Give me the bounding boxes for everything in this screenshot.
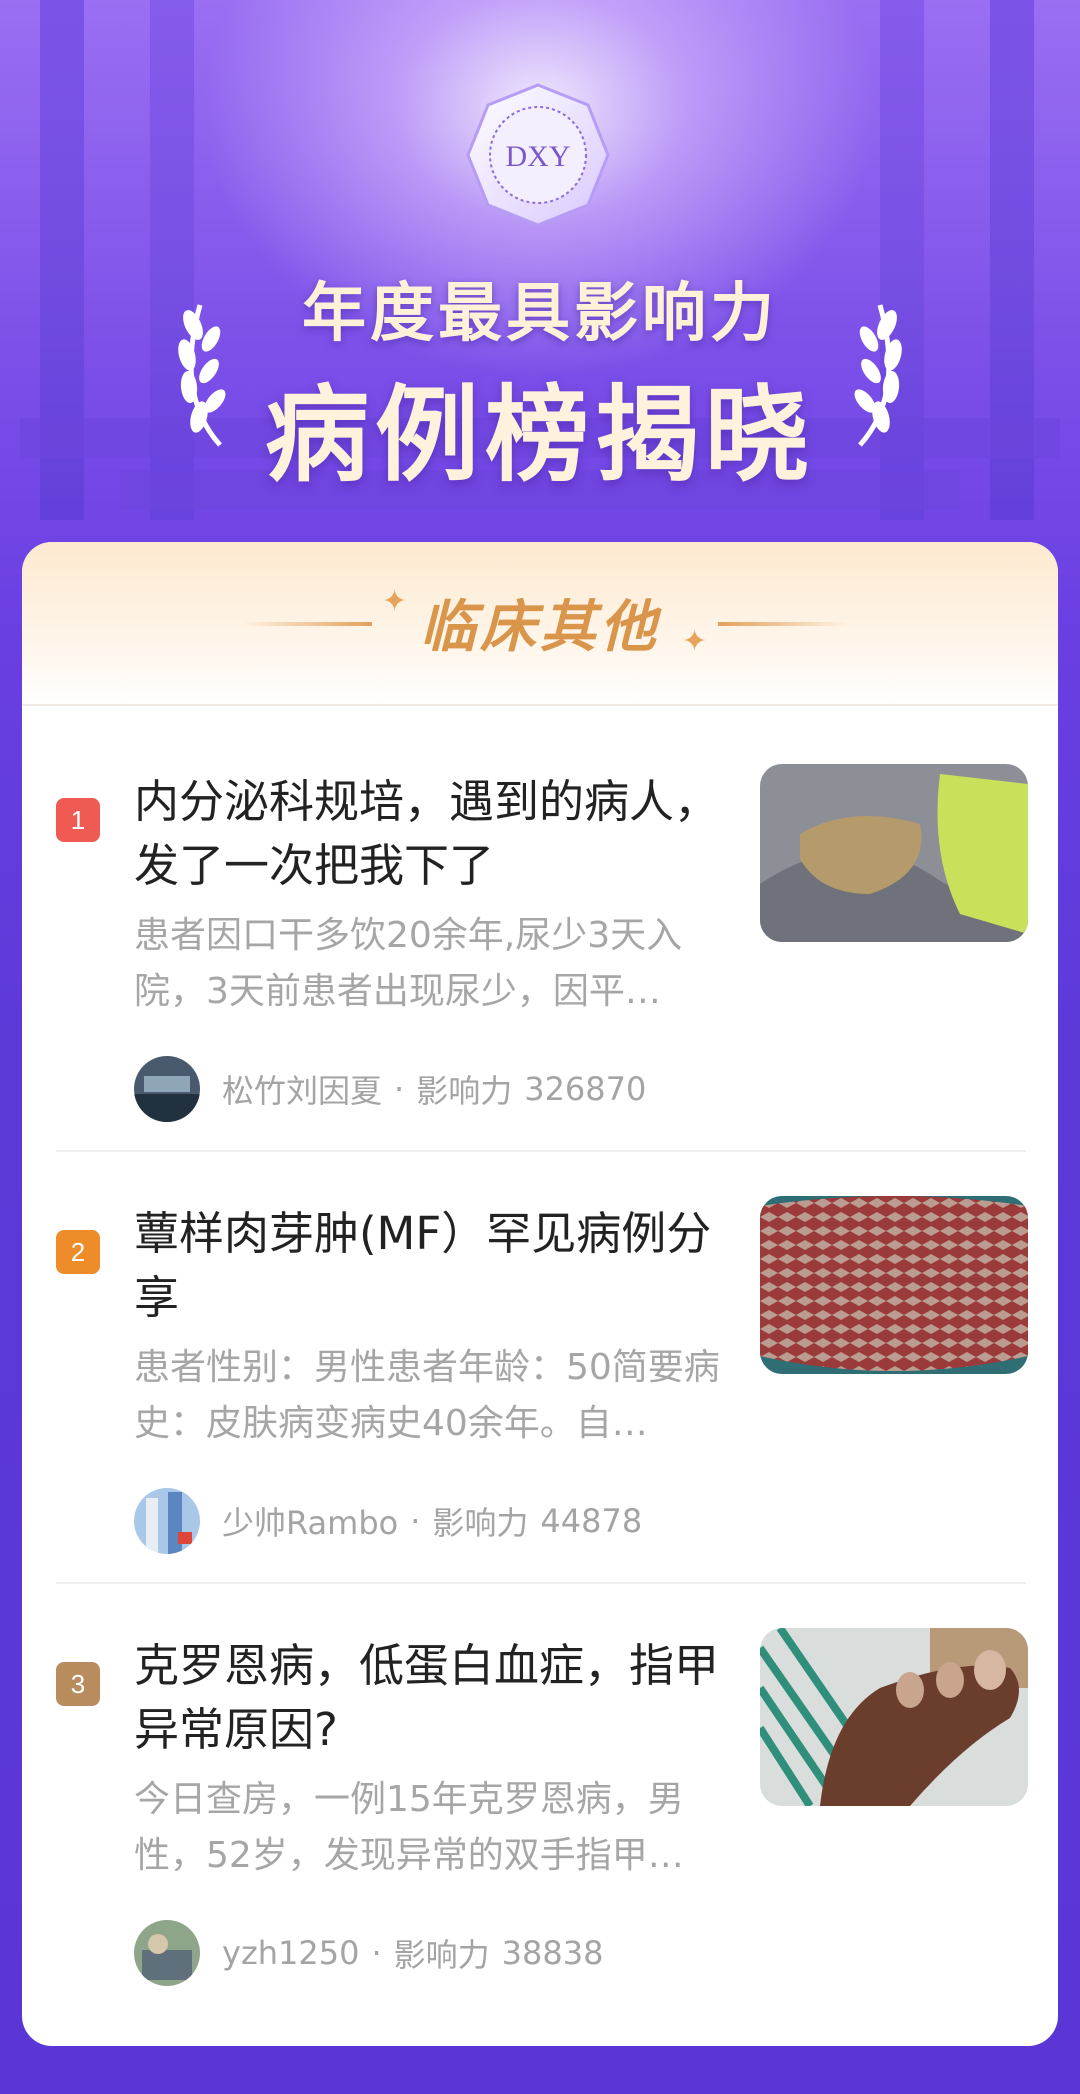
item-description: 患者性别：男性患者年龄：50简要病史：皮肤病变病史40余年。自… — [134, 1347, 720, 1444]
item-title[interactable]: 克罗恩病，低蛋白血症，指甲异常原因? — [134, 1634, 724, 1762]
category-header: ✦ ✦ 临床其他 — [22, 542, 1058, 706]
rank-badge: 3 — [56, 1662, 100, 1706]
rank-badge: 1 — [56, 798, 100, 842]
influence-label: 影响力 — [416, 1072, 513, 1110]
hero-banner: DXY 年度最具影响力 病例榜揭晓 — [0, 0, 1080, 560]
meta-separator: · — [394, 1070, 405, 1108]
item-description: 患者因口干多饮20余年,尿少3天入院，3天前患者出现尿少，因平… — [134, 915, 683, 1012]
avatar[interactable] — [134, 1488, 200, 1554]
meta-separator: · — [371, 1934, 382, 1972]
influence-value: 44878 — [540, 1502, 643, 1540]
divider — [56, 1150, 1026, 1152]
item-title[interactable]: 蕈样肉芽肿(MF）罕见病例分享 — [134, 1202, 724, 1330]
list-item[interactable]: 3 克罗恩病，低蛋白血症，指甲异常原因? 今日查房，一例15年克罗恩病，男性，5… — [22, 1628, 1058, 2046]
case-thumbnail[interactable] — [760, 1628, 1028, 1806]
item-meta: 少帅Rambo · 影响力 44878 — [134, 1486, 642, 1556]
influence-value: 326870 — [524, 1070, 647, 1108]
dxy-emblem-icon: DXY — [466, 83, 610, 227]
hero-subtitle: 年度最具影响力 — [302, 277, 778, 351]
case-thumbnail[interactable] — [760, 1196, 1028, 1374]
list-item[interactable]: 2 蕈样肉芽肿(MF）罕见病例分享 患者性别：男性患者年龄：50简要病史：皮肤病… — [22, 1196, 1058, 1626]
ranking-card: ✦ ✦ 临床其他 1 内分泌科规培，遇到的病人，发了一次把我下了 患者因口干多饮… — [22, 542, 1058, 2046]
author-name[interactable]: yzh1250 — [222, 1934, 359, 1972]
hero-title: 病例榜揭晓 — [264, 374, 815, 496]
avatar[interactable] — [134, 1056, 200, 1122]
meta-separator: · — [410, 1502, 421, 1540]
influence-value: 38838 — [501, 1934, 604, 1972]
item-title[interactable]: 内分泌科规培，遇到的病人，发了一次把我下了 — [134, 770, 724, 898]
avatar[interactable] — [134, 1920, 200, 1986]
list-item[interactable]: 1 内分泌科规培，遇到的病人，发了一次把我下了 患者因口干多饮20余年,尿少3天… — [22, 764, 1058, 1194]
author-name[interactable]: 松竹刘因夏 — [222, 1066, 382, 1112]
author-name[interactable]: 少帅Rambo — [222, 1498, 398, 1544]
item-meta: 松竹刘因夏 · 影响力 326870 — [134, 1054, 646, 1124]
item-description: 今日查房，一例15年克罗恩病，男性，52岁，发现异常的双手指甲… — [134, 1779, 684, 1876]
rank-badge: 2 — [56, 1230, 100, 1274]
influence-label: 影响力 — [432, 1504, 529, 1542]
category-title: 临床其他 — [420, 595, 660, 660]
influence-label: 影响力 — [393, 1936, 490, 1974]
item-meta: yzh1250 · 影响力 38838 — [134, 1918, 603, 1988]
case-thumbnail[interactable] — [760, 764, 1028, 942]
divider — [56, 1582, 1026, 1584]
svg-text:DXY: DXY — [506, 140, 571, 173]
